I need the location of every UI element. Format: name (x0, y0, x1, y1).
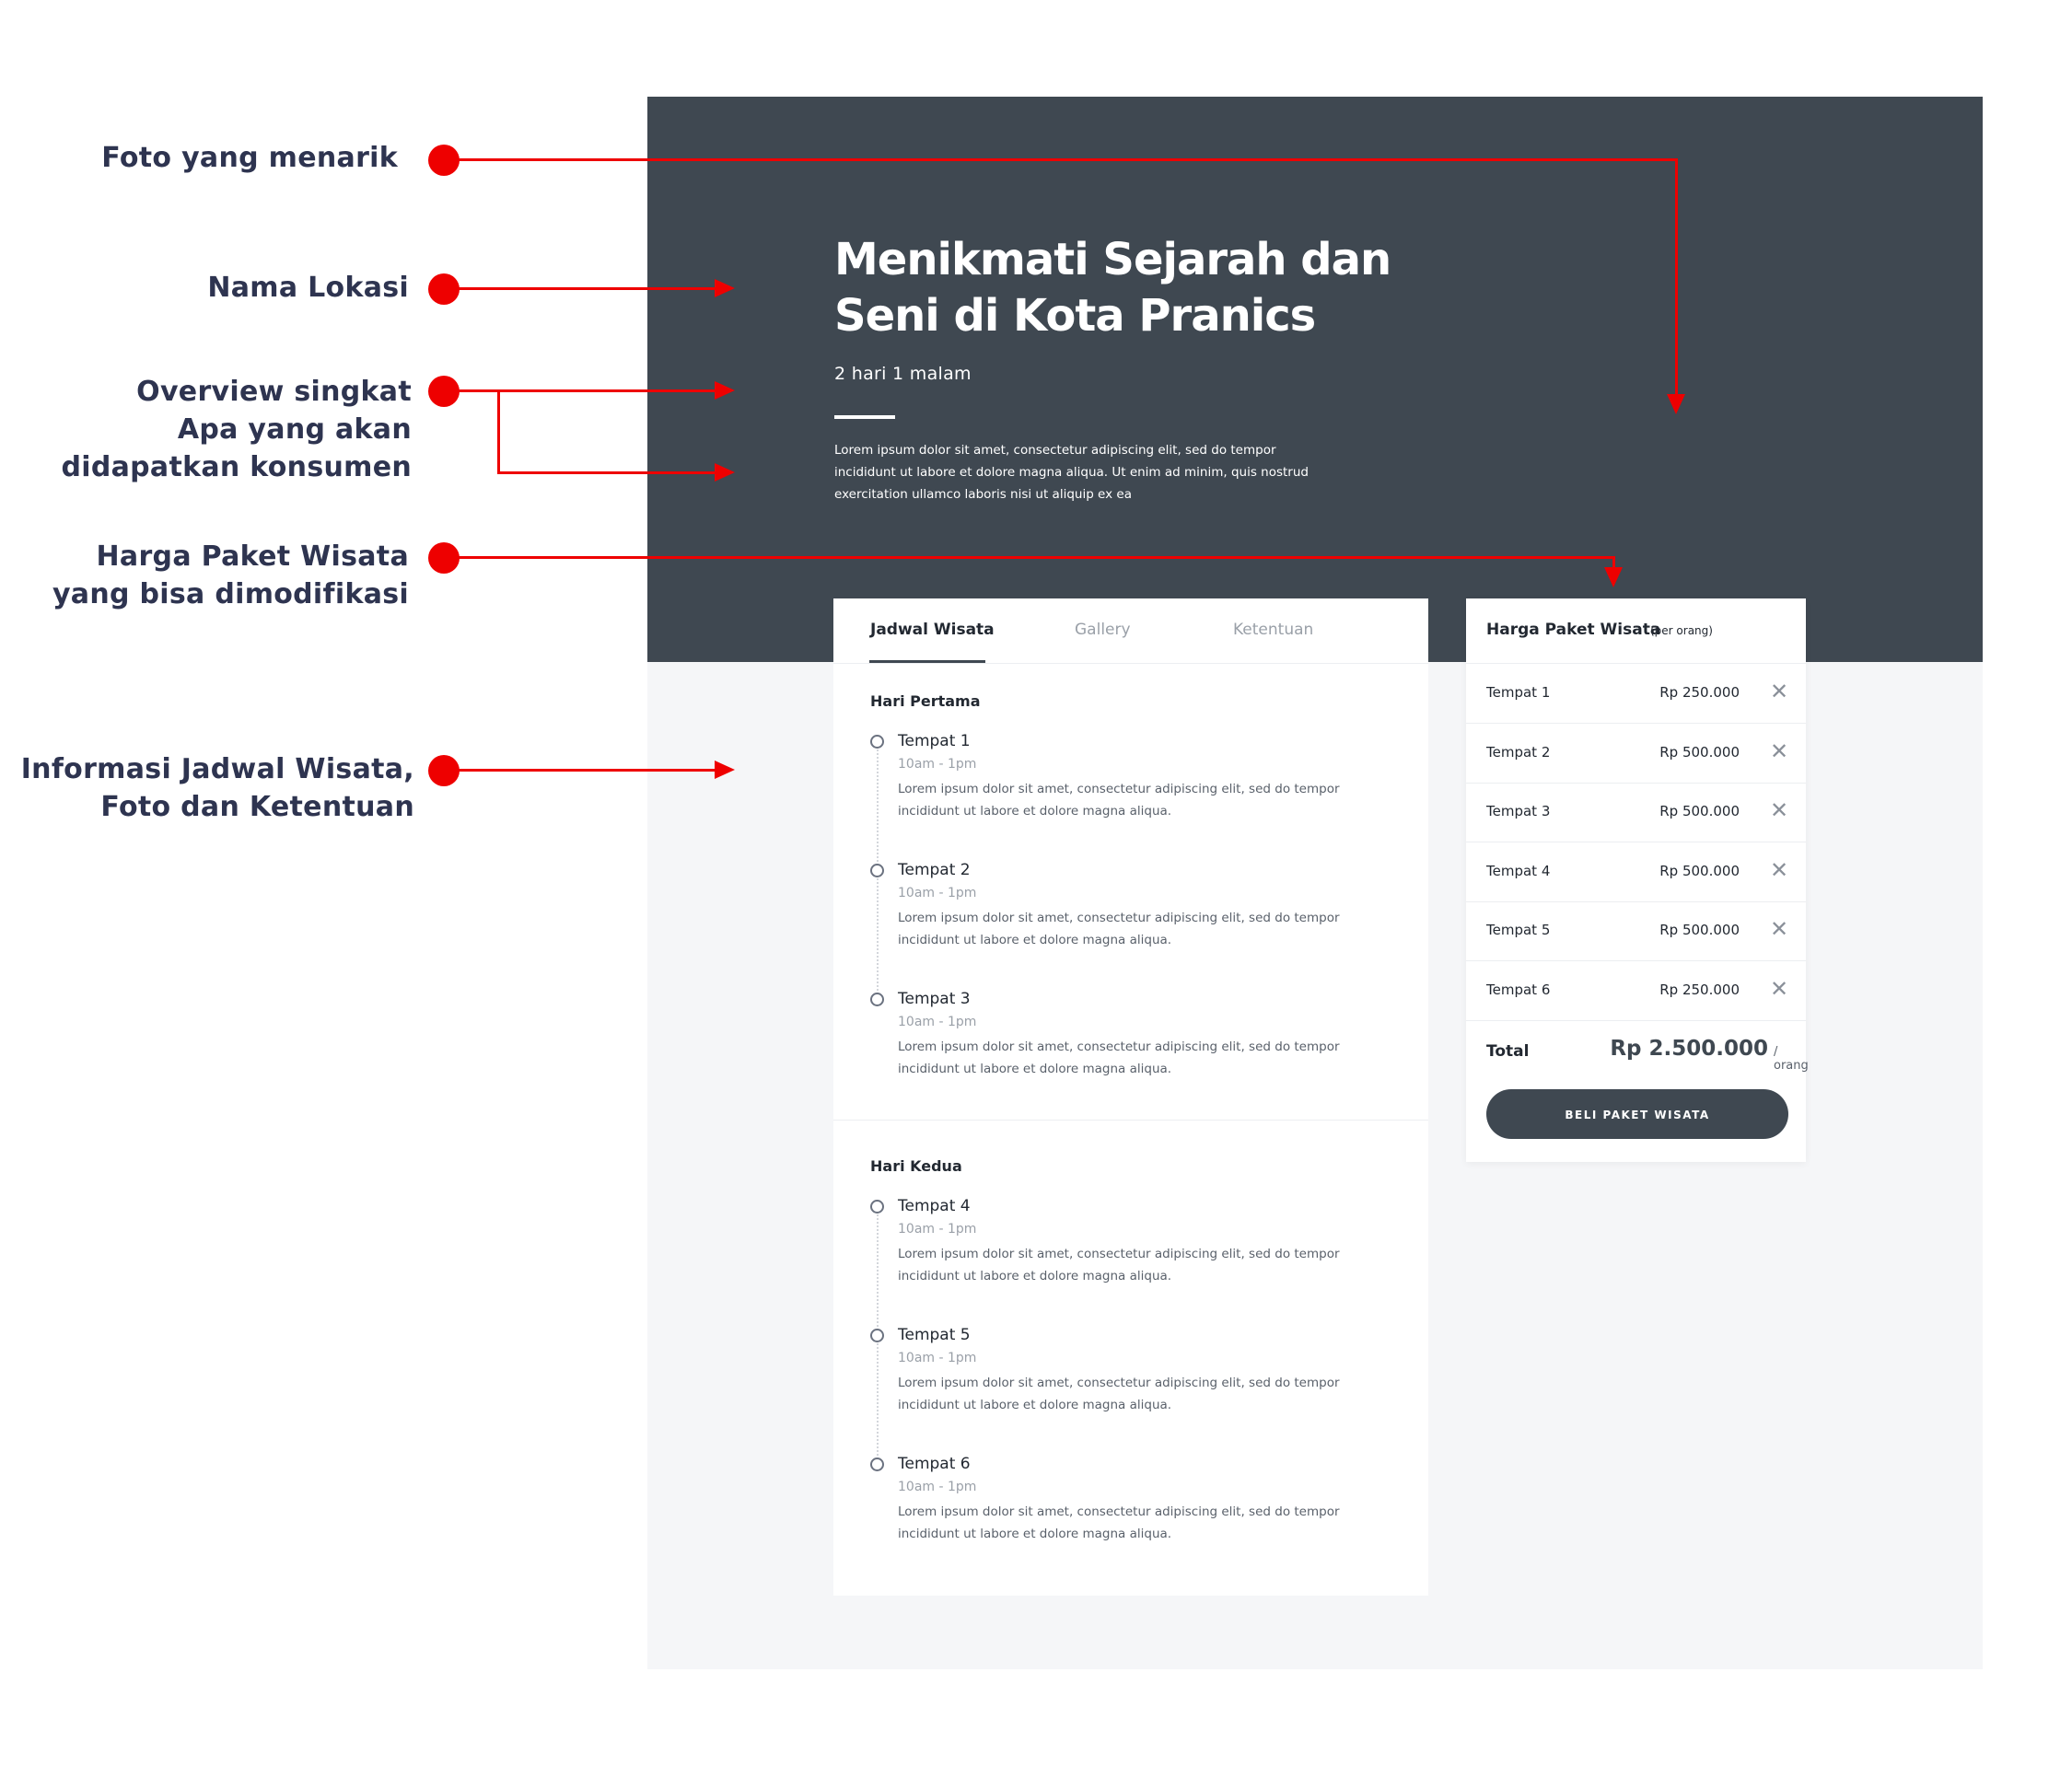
price-row: Tempat 3 Rp 500.000 ✕ (1466, 783, 1806, 842)
price-item-value: Rp 500.000 (1659, 803, 1740, 819)
connector-line (444, 769, 716, 772)
place-name: Tempat 6 (898, 1455, 971, 1473)
annotation-text: yang bisa dimodifikasi (52, 578, 409, 610)
place-description: Lorem ipsum dolor sit amet, consectetur … (898, 911, 1340, 947)
remove-item-icon[interactable]: ✕ (1770, 679, 1788, 704)
arrow-down-icon (1604, 567, 1623, 587)
price-item-name: Tempat 6 (1486, 981, 1551, 998)
place-time: 10am - 1pm (898, 1480, 977, 1494)
price-item-name: Tempat 5 (1486, 922, 1551, 938)
annotation-text: Nama Lokasi (207, 272, 409, 304)
place-name: Tempat 2 (898, 861, 971, 879)
price-row: Tempat 5 Rp 500.000 ✕ (1466, 901, 1806, 961)
title-line: Menikmati Sejarah dan (834, 234, 1391, 285)
title-line: Seni di Kota Pranics (834, 290, 1316, 342)
price-title: Harga Paket Wisata (1486, 621, 1661, 639)
day-title: Hari Pertama (870, 692, 981, 710)
annotation-schedule: Informasi Jadwal Wisata, Foto dan Ketent… (21, 750, 414, 826)
place-name: Tempat 1 (898, 732, 971, 750)
arrow-right-icon (715, 381, 735, 400)
connector-line (444, 287, 716, 290)
remove-item-icon[interactable]: ✕ (1770, 916, 1788, 942)
place-time: 10am - 1pm (898, 1015, 977, 1029)
annotation-overview: Overview singkat Apa yang akan didapatka… (61, 373, 412, 486)
remove-item-icon[interactable]: ✕ (1770, 738, 1788, 764)
place-name: Tempat 4 (898, 1197, 971, 1215)
place-description: Lorem ipsum dolor sit amet, consectetur … (898, 1376, 1340, 1412)
tab-jadwal-wisata[interactable]: Jadwal Wisata (870, 621, 995, 639)
total-unit: / orang (1774, 1045, 1809, 1073)
arrow-right-icon (715, 761, 735, 779)
tab-gallery[interactable]: Gallery (1075, 621, 1131, 639)
price-row: Tempat 4 Rp 500.000 ✕ (1466, 842, 1806, 902)
trip-overview: Lorem ipsum dolor sit amet, consectetur … (834, 443, 1309, 502)
place-time: 10am - 1pm (898, 886, 977, 900)
total-label: Total (1486, 1042, 1530, 1061)
hero-divider (834, 415, 895, 419)
price-item-value: Rp 500.000 (1659, 862, 1740, 879)
price-item-value: Rp 500.000 (1659, 743, 1740, 761)
price-row: Tempat 2 Rp 500.000 ✕ (1466, 724, 1806, 784)
connector-line (497, 389, 500, 473)
timeline-circle-icon (870, 993, 884, 1006)
annotation-text: Harga Paket Wisata (96, 540, 409, 573)
annotation-text: Informasi Jadwal Wisata, (20, 753, 414, 785)
place-description: Lorem ipsum dolor sit amet, consectetur … (898, 782, 1340, 819)
day-divider (833, 1120, 1428, 1121)
timeline-circle-icon (870, 1329, 884, 1342)
place-name: Tempat 3 (898, 990, 971, 1008)
schedule-card: Jadwal Wisata Gallery Ketentuan Hari Per… (833, 598, 1428, 1596)
connector-line (444, 158, 1678, 161)
timeline-circle-icon (870, 735, 884, 749)
place-time: 10am - 1pm (898, 1351, 977, 1365)
arrow-down-icon (1667, 394, 1685, 414)
timeline-circle-icon (870, 1458, 884, 1471)
price-item-value: Rp 500.000 (1659, 922, 1740, 938)
remove-item-icon[interactable]: ✕ (1770, 797, 1788, 823)
annotation-text: didapatkan konsumen (61, 451, 412, 483)
buy-package-button[interactable]: BELI PAKET WISATA (1486, 1089, 1788, 1139)
tab-ketentuan[interactable]: Ketentuan (1233, 621, 1313, 639)
annotation-price: Harga Paket Wisata yang bisa dimodifikas… (52, 538, 409, 613)
timeline-circle-icon (870, 864, 884, 877)
trip-duration: 2 hari 1 malam (834, 364, 972, 384)
active-tab-indicator (869, 660, 985, 663)
place-description: Lorem ipsum dolor sit amet, consectetur … (898, 1039, 1340, 1076)
place-time: 10am - 1pm (898, 1222, 977, 1237)
connector-line (497, 471, 716, 474)
annotation-photo: Foto yang menarik (101, 139, 398, 177)
remove-item-icon[interactable]: ✕ (1770, 857, 1788, 883)
price-card: Harga Paket Wisata (per orang) Total Rp … (1466, 598, 1809, 1162)
timeline-circle-icon (870, 1200, 884, 1214)
tab-bar: Jadwal Wisata Gallery Ketentuan (833, 598, 1428, 664)
price-item-value: Rp 250.000 (1659, 981, 1740, 998)
price-row: Tempat 6 Rp 250.000 ✕ (1466, 961, 1806, 1021)
place-time: 10am - 1pm (898, 757, 977, 772)
annotation-text: Overview singkat (136, 376, 412, 408)
connector-line (1675, 158, 1678, 398)
annotation-text: Foto yang menarik (101, 142, 398, 174)
arrow-right-icon (715, 463, 735, 482)
arrow-right-icon (715, 279, 735, 297)
price-header: Harga Paket Wisata (per orang) (1466, 598, 1806, 664)
connector-line (444, 556, 1615, 559)
remove-item-icon[interactable]: ✕ (1770, 976, 1788, 1002)
price-item-value: Rp 250.000 (1659, 684, 1740, 701)
page-title: Menikmati Sejarah dan Seni di Kota Prani… (834, 232, 1424, 344)
price-item-name: Tempat 3 (1486, 803, 1551, 819)
price-item-name: Tempat 2 (1486, 743, 1551, 761)
place-name: Tempat 5 (898, 1326, 971, 1344)
day-title: Hari Kedua (870, 1157, 962, 1175)
price-item-name: Tempat 1 (1486, 684, 1551, 701)
annotation-location: Nama Lokasi (207, 269, 409, 307)
connector-line (444, 389, 716, 392)
price-row: Tempat 1 Rp 250.000 ✕ (1466, 664, 1806, 724)
annotation-text: Apa yang akan (177, 413, 412, 446)
price-unit: (per orang) (1650, 624, 1713, 637)
total-price: Rp 2.500.000 (1610, 1037, 1768, 1061)
place-description: Lorem ipsum dolor sit amet, consectetur … (898, 1247, 1340, 1283)
price-item-name: Tempat 4 (1486, 862, 1551, 879)
place-description: Lorem ipsum dolor sit amet, consectetur … (898, 1504, 1340, 1541)
annotation-text: Foto dan Ketentuan (100, 791, 414, 823)
